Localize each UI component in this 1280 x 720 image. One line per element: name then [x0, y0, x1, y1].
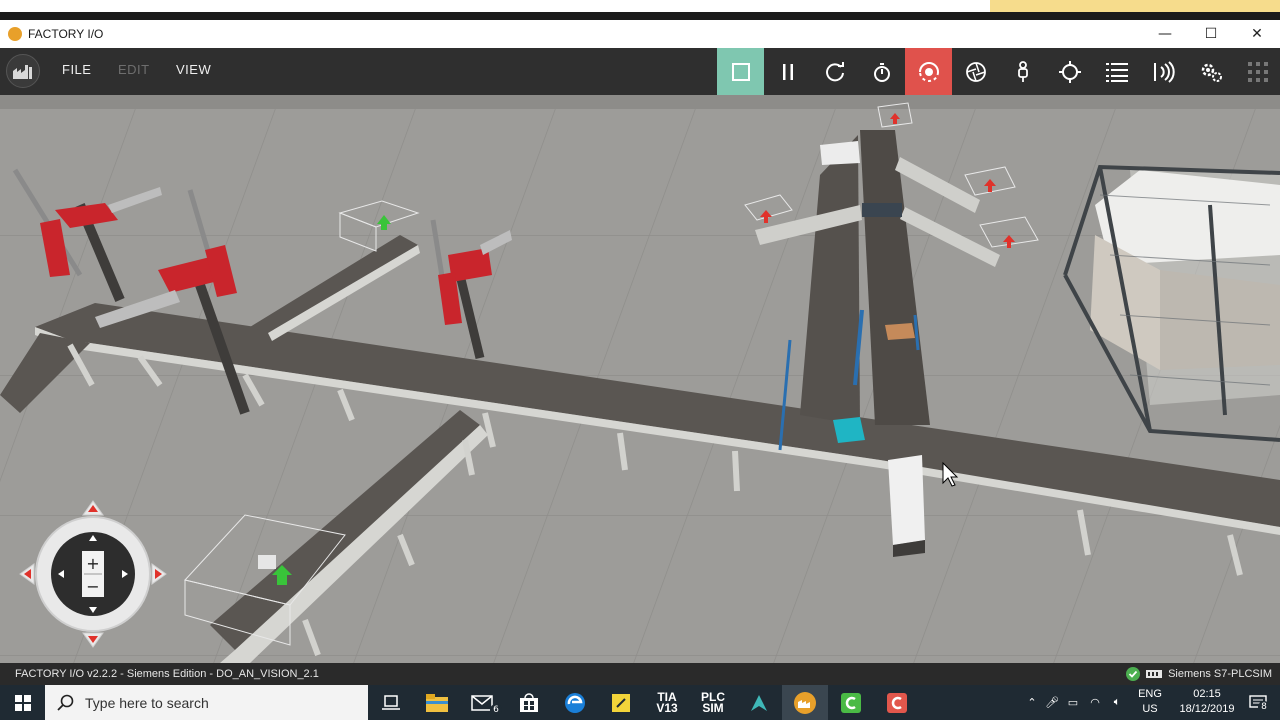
- window-title: FACTORY I/O: [28, 27, 104, 41]
- notification-center-icon[interactable]: 8: [1236, 685, 1280, 720]
- edge-browser-icon[interactable]: [552, 685, 598, 720]
- scene-render: [0, 95, 1280, 663]
- signal-icon[interactable]: [1140, 48, 1187, 95]
- orbit-camera-icon[interactable]: [905, 48, 952, 95]
- menu-file[interactable]: FILE: [62, 62, 91, 77]
- list-icon[interactable]: [1093, 48, 1140, 95]
- windows-taskbar: Type here to search 6 TIA V13 PLC SIM ⌃ …: [0, 685, 1280, 720]
- camtasia-green-icon[interactable]: [828, 685, 874, 720]
- taskbar-search-box[interactable]: Type here to search: [45, 685, 368, 720]
- crosshair-icon[interactable]: [1046, 48, 1093, 95]
- input-language[interactable]: ENG US: [1136, 687, 1164, 717]
- factory-io-app-icon: [8, 27, 22, 41]
- plcsim-icon[interactable]: PLC SIM: [690, 685, 736, 720]
- stop-square-icon[interactable]: [717, 48, 764, 95]
- cogs-icon[interactable]: [1187, 48, 1234, 95]
- factory-logo-icon[interactable]: [6, 54, 40, 88]
- aperture-icon[interactable]: [952, 48, 999, 95]
- mail-icon[interactable]: 6: [460, 685, 506, 720]
- taskbar-clock[interactable]: 02:15 18/12/2019: [1175, 687, 1239, 717]
- camtasia-recorder-icon[interactable]: [874, 685, 920, 720]
- close-button[interactable]: ✕: [1234, 20, 1280, 48]
- stopwatch-icon[interactable]: [858, 48, 905, 95]
- check-circle-icon: [1126, 667, 1141, 681]
- driver-name[interactable]: Siemens S7-PLCSIM: [1168, 668, 1272, 680]
- windows-start-icon[interactable]: [0, 685, 45, 720]
- mail-badge: 6: [490, 704, 502, 716]
- notification-badge: 8: [1258, 701, 1270, 713]
- pause-icon[interactable]: [764, 48, 811, 95]
- window-titlebar: FACTORY I/O — ☐ ✕: [0, 20, 1280, 48]
- factory-3d-viewport[interactable]: + −: [0, 95, 1280, 663]
- arduino-like-app-icon[interactable]: [736, 685, 782, 720]
- grid-icon[interactable]: [1234, 48, 1280, 95]
- driver-icon: [1146, 670, 1163, 678]
- volume-icon[interactable]: 🔈︎: [1106, 696, 1128, 709]
- maximize-button[interactable]: ☐: [1188, 20, 1234, 48]
- person-icon[interactable]: [999, 48, 1046, 95]
- status-bar: FACTORY I/O v2.2.2 - Siemens Edition - D…: [0, 663, 1280, 685]
- file-explorer-icon[interactable]: [414, 685, 460, 720]
- simulation-toolbar: [717, 48, 1280, 95]
- menu-edit: EDIT: [118, 62, 150, 77]
- battery-icon[interactable]: ▭: [1062, 696, 1084, 709]
- zoom-out-button[interactable]: −: [86, 577, 99, 596]
- factory-io-taskbar-icon[interactable]: [782, 685, 828, 720]
- zoom-in-button[interactable]: +: [86, 554, 99, 573]
- task-view-icon[interactable]: [368, 685, 414, 720]
- search-placeholder: Type here to search: [85, 694, 209, 711]
- chevron-up-icon[interactable]: ⌃: [1022, 696, 1042, 709]
- sticky-notes-icon[interactable]: [598, 685, 644, 720]
- wifi-icon[interactable]: ◠: [1084, 696, 1106, 709]
- microphone-icon[interactable]: 🎤︎: [1042, 696, 1062, 709]
- search-icon: [57, 694, 74, 711]
- minimize-button[interactable]: —: [1142, 20, 1188, 48]
- system-tray: ⌃ 🎤︎ ▭ ◠ 🔈︎: [1022, 685, 1128, 720]
- camera-navigation-control[interactable]: + −: [18, 499, 168, 649]
- menu-view[interactable]: VIEW: [176, 62, 211, 77]
- store-icon[interactable]: [506, 685, 552, 720]
- background-browser-strip: [0, 0, 1280, 20]
- vision-sensor-cabinet: [888, 455, 925, 557]
- main-menubar: FILE EDIT VIEW: [0, 48, 1280, 95]
- reset-icon[interactable]: [811, 48, 858, 95]
- tia-portal-icon[interactable]: TIA V13: [644, 685, 690, 720]
- scene-status-text: FACTORY I/O v2.2.2 - Siemens Edition - D…: [15, 668, 319, 680]
